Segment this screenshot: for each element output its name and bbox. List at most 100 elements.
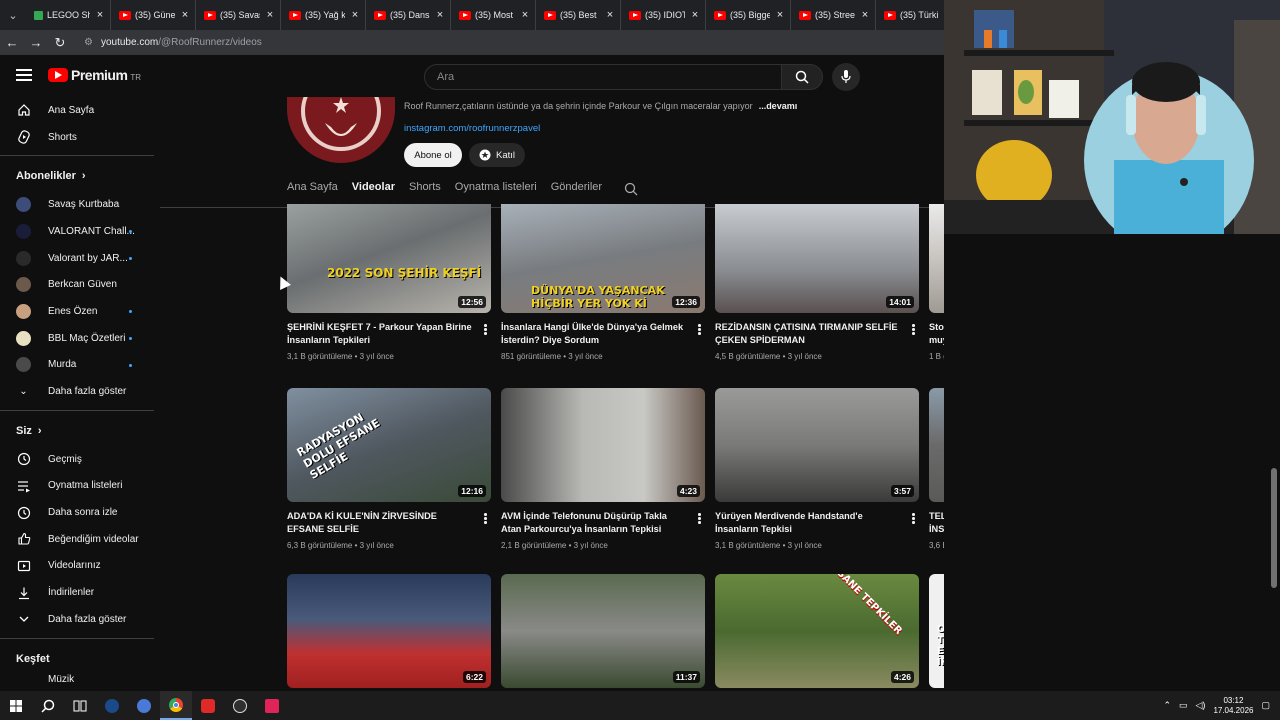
sidebar-item-you[interactable]: Oynatma listeleri <box>0 473 154 500</box>
video-title[interactable]: REZİDANSIN ÇATISINA TIRMANIP SELFİE ÇEKE… <box>715 321 903 347</box>
video-card[interactable]: DÜNYA'DA YAŞANCAK HİÇBİR YER YOK Kİ 12:36… <box>501 204 705 361</box>
search-icon[interactable] <box>32 691 64 720</box>
channel-search-icon[interactable] <box>624 182 638 196</box>
subscriptions-heading[interactable]: Abonelikler › <box>0 161 154 191</box>
video-card[interactable]: 3:57 Yürüyen Merdivende Handstand'e İnsan… <box>715 388 919 550</box>
video-title[interactable]: Storror gibi bir ekip kurmayı düşünüyor … <box>929 321 944 347</box>
more-options-icon[interactable] <box>912 513 915 525</box>
sidebar-item-music[interactable]: Müzik <box>0 674 154 686</box>
video-title[interactable]: İnsanlara Hangi Ülke'de Dünya'ya Gelmek … <box>501 321 689 347</box>
close-icon[interactable]: × <box>774 9 786 21</box>
notification-icon[interactable]: ▢ <box>1261 700 1270 711</box>
sidebar-item-you[interactable]: Videolarınız <box>0 553 154 580</box>
video-thumbnail[interactable]: RADYASYON DOLU EFSANE SELFİE 12:16 <box>287 388 491 502</box>
sidebar-item-home[interactable]: Ana Sayfa <box>0 97 154 124</box>
video-card[interactable]: 6:22 <box>287 574 491 688</box>
sidebar-item-you[interactable]: İndirilenler <box>0 579 154 606</box>
search-button[interactable] <box>781 64 823 90</box>
channel-avatar[interactable] <box>287 97 395 163</box>
sidebar-subscription[interactable]: Murda <box>0 352 154 379</box>
sidebar-item-shorts[interactable]: Shorts <box>0 124 154 151</box>
chrome-icon[interactable] <box>160 691 192 720</box>
close-icon[interactable]: × <box>604 9 616 21</box>
video-title[interactable]: Yürüyen Merdivende Handstand'e İnsanları… <box>715 510 903 536</box>
video-thumbnail[interactable]: 3:57 <box>715 388 919 502</box>
video-thumbnail[interactable]: 6:31 <box>929 388 944 502</box>
url-field[interactable]: ⚙ youtube.com/@RoofRunnerz/videos <box>78 30 938 55</box>
video-card[interactable]: 11:37 <box>501 574 705 688</box>
browser-tab[interactable]: (35) Bigge × <box>706 0 791 30</box>
voice-search-button[interactable] <box>832 63 860 91</box>
video-title[interactable]: TELEFONUNU DÜŞÜREN PARKOURCUYA İNSANLARI… <box>929 510 944 536</box>
video-card[interactable]: ONLAR TÜRKİYE'NİN EN ÇILGIN İKİLİSİ12:13 <box>929 574 944 688</box>
join-button[interactable]: Katıl <box>469 143 525 167</box>
sidebar-item-you[interactable]: Daha sonra izle <box>0 499 154 526</box>
video-card[interactable]: 6:31 TELEFONUNU DÜŞÜREN PARKOURCUYA İNSAN… <box>929 388 944 550</box>
video-card[interactable]: RADYASYON DOLU EFSANE SELFİE 12:16 ADA'DA … <box>287 388 491 550</box>
browser-tab[interactable]: LEGOO Sh × <box>26 0 111 30</box>
close-icon[interactable]: × <box>519 9 531 21</box>
site-info-icon[interactable]: ⚙ <box>84 37 93 48</box>
tab-posts[interactable]: Gönderiler <box>551 181 602 196</box>
close-icon[interactable]: × <box>689 9 701 21</box>
video-thumbnail[interactable]: DÜNYA'DA YAŞANCAK HİÇBİR YER YOK Kİ 12:36 <box>501 204 705 313</box>
tab-shorts[interactable]: Shorts <box>409 181 441 196</box>
more-options-icon[interactable] <box>698 513 701 525</box>
clock[interactable]: 03:12 17.04.2026 <box>1213 696 1253 716</box>
browser-tab[interactable]: (35) Most × <box>451 0 536 30</box>
network-icon[interactable]: ▭ <box>1179 700 1188 711</box>
close-icon[interactable]: × <box>179 9 191 21</box>
app-icon[interactable] <box>128 691 160 720</box>
tab-home[interactable]: Ana Sayfa <box>287 181 338 196</box>
video-thumbnail[interactable]: ONLAR TÜRKİYE'NİN EN ÇILGIN İKİLİSİ12:13 <box>929 574 944 688</box>
obs-icon[interactable] <box>224 691 256 720</box>
video-title[interactable]: AVM İçinde Telefonunu Düşürüp Takla Atan… <box>501 510 689 536</box>
more-link[interactable]: ...devamı <box>759 101 798 111</box>
browser-tab[interactable]: (35) Yağ k × <box>281 0 366 30</box>
youtube-logo[interactable]: Premium TR <box>48 67 141 83</box>
close-icon[interactable]: × <box>859 9 871 21</box>
close-icon[interactable]: × <box>434 9 446 21</box>
sidebar-subscription[interactable]: Berkcan Güven <box>0 271 154 298</box>
close-icon[interactable]: × <box>349 9 361 21</box>
video-title[interactable]: ŞEHRİNİ KEŞFET 7 - Parkour Yapan Birine … <box>287 321 475 347</box>
task-view-icon[interactable] <box>64 691 96 720</box>
sidebar-item-you[interactable]: Geçmiş <box>0 446 154 473</box>
more-options-icon[interactable] <box>484 513 487 525</box>
tab-search-icon[interactable]: ⌄ <box>0 0 26 30</box>
sidebar-subscription[interactable]: Savaş Kurtbaba <box>0 191 154 218</box>
video-thumbnail[interactable]: 11:37 <box>501 574 705 688</box>
app-red-icon[interactable] <box>192 691 224 720</box>
channel-description[interactable]: Roof Runnerz,çatıların üstünde ya da şeh… <box>404 101 797 111</box>
chevron-up-icon[interactable]: ⌃ <box>1163 700 1171 711</box>
search-input[interactable]: Ara <box>424 64 782 90</box>
forward-icon[interactable]: → <box>24 30 48 55</box>
video-card[interactable]: 11:16 Storror gibi bir ekip kurmayı düşün… <box>929 204 944 361</box>
reload-icon[interactable]: ↻ <box>48 30 72 55</box>
sidebar-subscription[interactable]: BBL Maç Özetleri <box>0 325 154 352</box>
subscribe-button[interactable]: Abone ol <box>404 143 462 167</box>
close-icon[interactable]: × <box>94 9 106 21</box>
browser-tab[interactable]: (35) Dans × <box>366 0 451 30</box>
video-card[interactable]: 14:01 REZİDANSIN ÇATISINA TIRMANIP SELFİE… <box>715 204 919 361</box>
windows-start-icon[interactable] <box>0 691 32 720</box>
sidebar-item-you[interactable]: Beğendiğim videolar <box>0 526 154 553</box>
video-thumbnail[interactable]: 4:23 <box>501 388 705 502</box>
video-title[interactable]: ADA'DA Kİ KULE'NİN ZİRVESİNDE EFSANE SEL… <box>287 510 475 536</box>
more-options-icon[interactable] <box>698 324 701 336</box>
video-card[interactable]: 4:23 AVM İçinde Telefonunu Düşürüp Takla … <box>501 388 705 550</box>
more-options-icon[interactable] <box>912 324 915 336</box>
close-icon[interactable]: × <box>264 9 276 21</box>
page-scrollbar[interactable] <box>1271 468 1277 588</box>
tab-videos[interactable]: Videolar <box>352 181 395 196</box>
back-icon[interactable]: ← <box>0 30 24 55</box>
video-thumbnail[interactable]: 2022 SON ŞEHİR KEŞFİ 12:56 <box>287 204 491 313</box>
browser-tab[interactable]: (35) Best × <box>536 0 621 30</box>
video-thumbnail[interactable]: 14:01 <box>715 204 919 313</box>
you-heading[interactable]: Siz › <box>0 416 154 446</box>
more-options-icon[interactable] <box>484 324 487 336</box>
browser-tab[interactable]: (35) Güneş × <box>111 0 196 30</box>
video-thumbnail[interactable]: 6:22 <box>287 574 491 688</box>
video-thumbnail[interactable]: EFSANE TEPKİLER 4:26 <box>715 574 919 688</box>
video-card[interactable]: 2022 SON ŞEHİR KEŞFİ 12:56 ŞEHRİNİ KEŞFET … <box>287 204 491 361</box>
